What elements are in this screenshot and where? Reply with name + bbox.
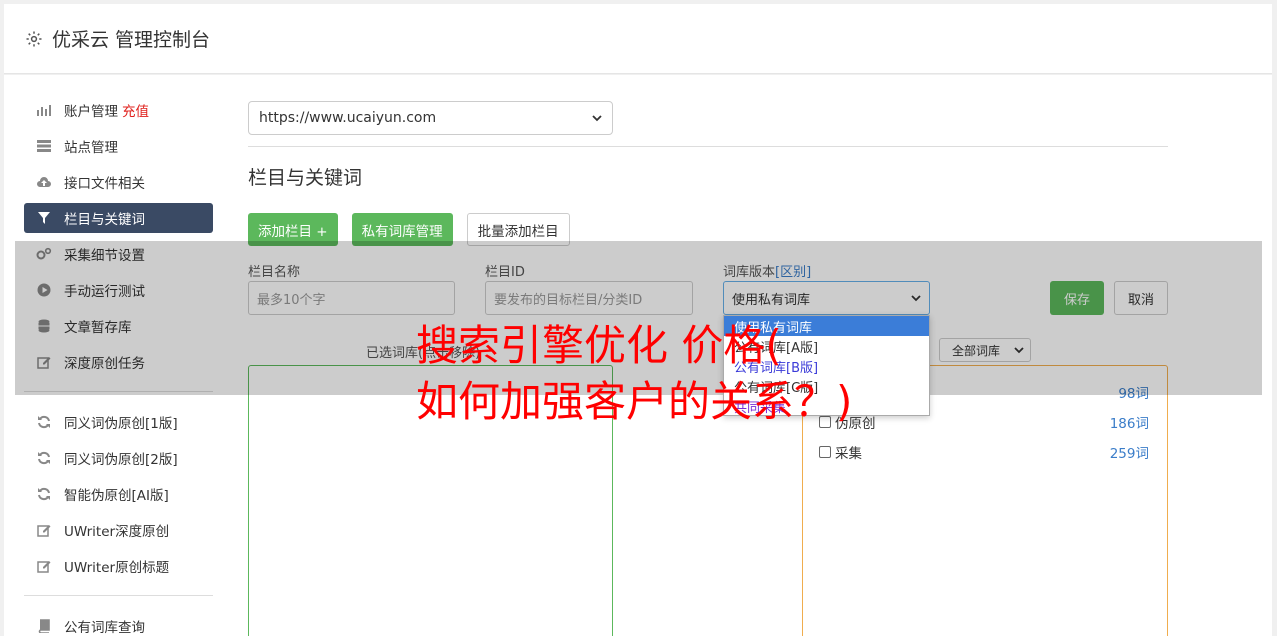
sidebar-item-uwriter-title[interactable]: UWriter原创标题 <box>24 551 213 581</box>
site-select[interactable]: https://www.ucaiyun.com <box>248 101 613 135</box>
sidebar-item-label: UWriter深度原创 <box>64 524 170 540</box>
app-header: 优采云 管理控制台 <box>4 4 1272 74</box>
checkbox-box[interactable] <box>819 446 831 458</box>
sidebar-item-label: 接口文件相关 <box>64 176 145 192</box>
sidebar-item-label: 公有词库查询 <box>64 620 145 636</box>
lib-name: 采集 <box>835 446 862 462</box>
sidebar-item-uwriter-original[interactable]: UWriter深度原创 <box>24 515 213 545</box>
list-item[interactable]: 采集 259词 <box>819 442 1149 462</box>
edit-icon <box>36 522 52 538</box>
sidebar-item-label: UWriter原创标题 <box>64 560 170 576</box>
sidebar-item-synonym-v1[interactable]: 同义词伪原创[1版] <box>24 407 213 437</box>
bar-chart-icon <box>36 102 52 118</box>
sidebar-divider <box>24 595 213 596</box>
section-divider <box>248 146 1168 147</box>
book-icon <box>36 618 52 634</box>
filter-icon <box>36 210 52 226</box>
sidebar-item-label: 栏目与关键词 <box>64 212 145 228</box>
sidebar-item-label: 同义词伪原创[2版] <box>64 452 178 468</box>
edit-icon <box>36 558 52 574</box>
gear-icon <box>24 29 44 49</box>
sidebar-item-ai-rewrite[interactable]: 智能伪原创[AI版] <box>24 479 213 509</box>
sidebar-item-label: 同义词伪原创[1版] <box>64 416 178 432</box>
page-title: 优采云 管理控制台 <box>52 29 211 51</box>
refresh-icon <box>36 450 52 466</box>
lib-checkbox[interactable]: 采集 <box>819 442 862 462</box>
sidebar-item-label: 智能伪原创[AI版] <box>64 488 169 504</box>
sidebar-item-label: 站点管理 <box>64 140 118 156</box>
sidebar-item-synonym-v2[interactable]: 同义词伪原创[2版] <box>24 443 213 473</box>
content-area: https://www.ucaiyun.com 栏目与关键词 添加栏目 + 私有… <box>248 101 1168 315</box>
watermark-line: 如何加强客户的关系？) <box>416 377 853 426</box>
cloud-upload-icon <box>36 174 52 190</box>
refresh-icon <box>36 414 52 430</box>
sidebar-item-columns-keywords[interactable]: 栏目与关键词 <box>24 203 213 233</box>
refresh-icon <box>36 486 52 502</box>
sidebar-item-label: 账户管理 <box>64 104 118 120</box>
watermark-line: 搜索引擎优化 价格( <box>416 321 782 370</box>
watermark-text: 搜索引擎优化 价格( 如何加强客户的关系？) <box>416 318 852 430</box>
sidebar-item-public-lib[interactable]: 公有词库查询 <box>24 611 213 636</box>
sidebar-item-account[interactable]: 账户管理 充值 <box>24 95 213 125</box>
sidebar-item-sites[interactable]: 站点管理 <box>24 131 213 161</box>
site-select-value: https://www.ucaiyun.com <box>259 110 437 126</box>
lib-count: 186词 <box>1109 416 1149 432</box>
chevron-down-icon <box>592 110 602 126</box>
sidebar-item-interface[interactable]: 接口文件相关 <box>24 167 213 197</box>
recharge-link[interactable]: 充值 <box>122 100 149 120</box>
server-icon <box>36 138 52 154</box>
lib-count: 259词 <box>1109 446 1149 462</box>
section-title: 栏目与关键词 <box>248 167 363 189</box>
